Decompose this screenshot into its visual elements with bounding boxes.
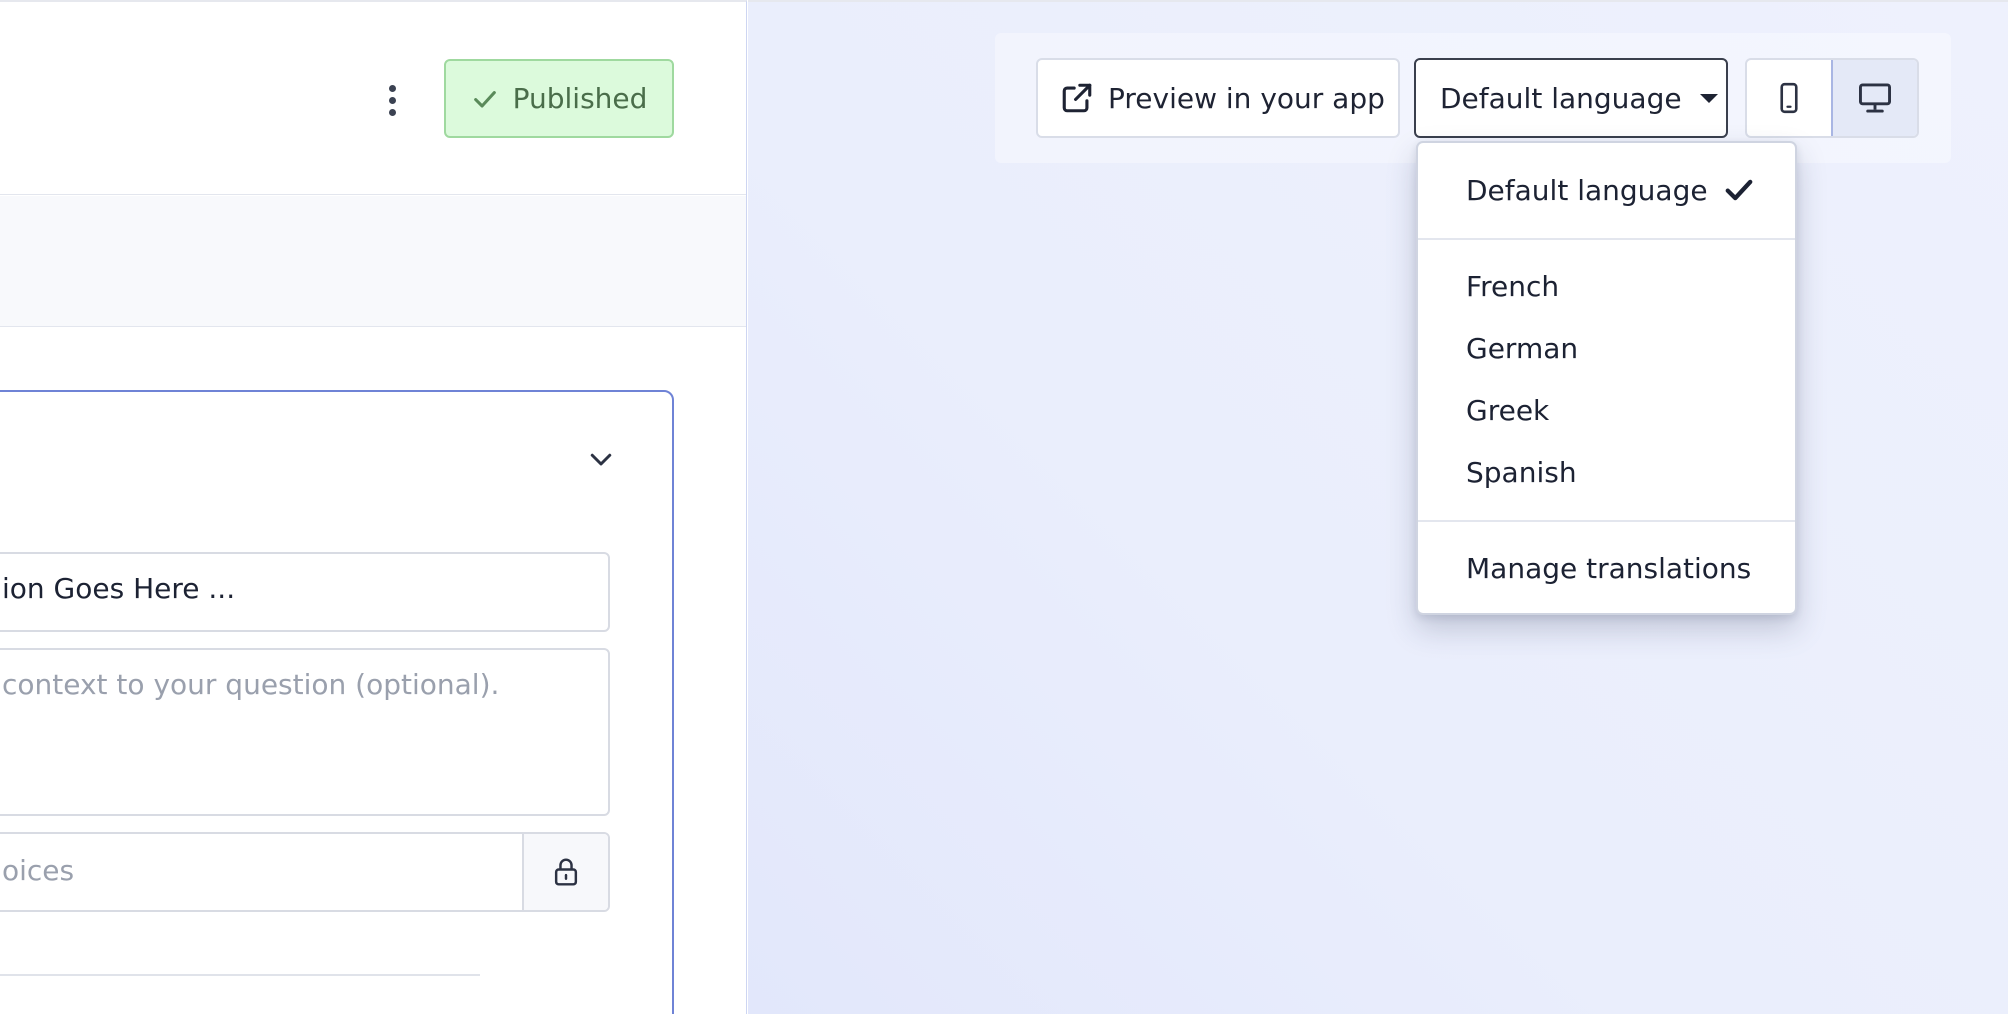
lock-button[interactable]	[522, 834, 608, 910]
menu-item-label: German	[1466, 331, 1579, 365]
editor-subbar	[0, 196, 746, 327]
check-icon	[473, 90, 496, 108]
choices-placeholder: oices	[2, 854, 75, 887]
desktop-monitor-icon	[1859, 83, 1891, 113]
question-description-field[interactable]: context to your question (optional).	[0, 648, 610, 816]
mobile-view-button[interactable]	[1747, 60, 1831, 136]
status-badge-label: Published	[512, 82, 648, 115]
preview-in-app-button[interactable]: Preview in your app	[1036, 58, 1400, 138]
menu-item-manage-translations[interactable]: Manage translations	[1418, 540, 1795, 596]
more-options-icon[interactable]	[380, 80, 404, 120]
menu-item-greek[interactable]: Greek	[1418, 382, 1795, 438]
menu-item-label: Manage translations	[1466, 551, 1752, 585]
caret-down-icon	[1699, 93, 1718, 103]
menu-item-label: French	[1466, 269, 1560, 303]
menu-item-label: Greek	[1466, 393, 1550, 427]
divider	[0, 974, 480, 976]
published-status-button[interactable]: Published	[444, 59, 674, 138]
question-card[interactable]: ion Goes Here ... context to your questi…	[0, 390, 674, 1014]
question-description-placeholder: context to your question (optional).	[2, 668, 500, 701]
language-dropdown-menu: Default language French German Greek Spa…	[1416, 141, 1797, 615]
choices-field[interactable]: oices	[0, 832, 610, 912]
checkmark-icon	[1725, 179, 1752, 201]
menu-divider	[1418, 520, 1795, 522]
preview-button-label: Preview in your app	[1108, 81, 1385, 115]
menu-item-default-language[interactable]: Default language	[1418, 162, 1795, 218]
menu-divider	[1418, 238, 1795, 240]
editor-panel: Published ion Goes Here ... context to y…	[0, 0, 747, 1014]
device-toggle	[1745, 58, 1919, 138]
menu-item-label: Spanish	[1466, 455, 1577, 489]
language-select-button[interactable]: Default language	[1414, 58, 1728, 138]
question-title-input[interactable]: ion Goes Here ...	[0, 552, 610, 632]
lock-icon	[554, 858, 578, 886]
question-title-value: ion Goes Here ...	[2, 572, 236, 605]
desktop-view-button[interactable]	[1831, 60, 1917, 136]
external-link-icon	[1062, 83, 1092, 113]
editor-header: Published	[0, 2, 746, 195]
preview-panel: Preview in your app Default language	[748, 0, 2008, 1014]
chevron-down-icon[interactable]	[586, 444, 616, 474]
language-button-label: Default language	[1440, 81, 1682, 115]
menu-item-german[interactable]: German	[1418, 320, 1795, 376]
menu-item-french[interactable]: French	[1418, 258, 1795, 314]
mobile-phone-icon	[1780, 82, 1798, 114]
menu-item-spanish[interactable]: Spanish	[1418, 444, 1795, 500]
menu-item-label: Default language	[1466, 173, 1708, 207]
